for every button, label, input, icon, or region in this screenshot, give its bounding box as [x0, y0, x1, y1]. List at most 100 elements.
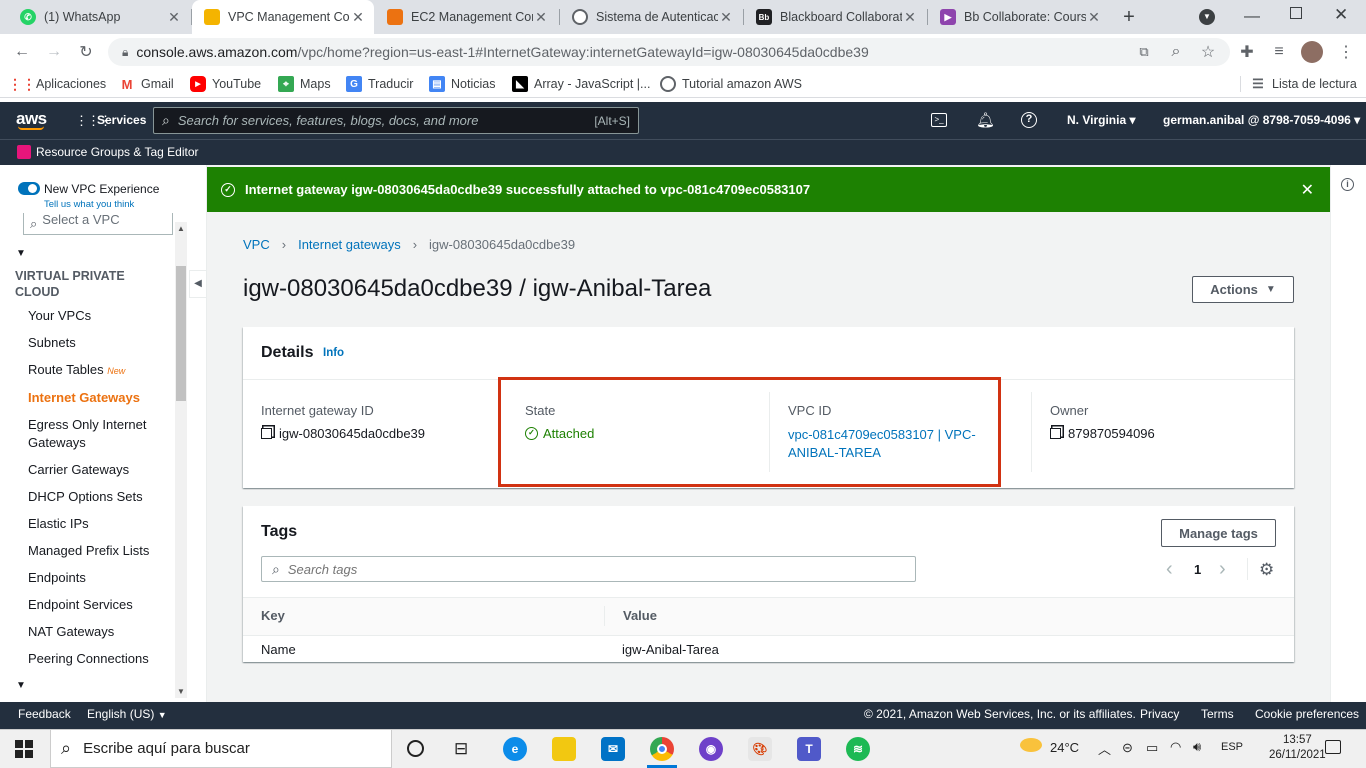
tab-bb-collaborate-course[interactable]: ▶ Bb Collaborate: Cours ✕: [928, 0, 1110, 34]
bookmark-gmail[interactable]: M Gmail: [119, 75, 174, 93]
close-tab-icon[interactable]: ✕: [718, 9, 734, 26]
tags-search-field[interactable]: ⌕: [261, 556, 916, 582]
select-vpc-filter[interactable]: ⌕ Select a VPC: [23, 213, 173, 235]
copy-icon[interactable]: [1050, 428, 1061, 439]
account-menu[interactable]: german.anibal @ 8798-7059-4096 ▾: [1163, 113, 1360, 127]
collapse-caret-icon[interactable]: ▼: [16, 248, 26, 259]
zoom-icon[interactable]: ⌕: [1166, 42, 1186, 62]
media-control-icon[interactable]: ≡: [1269, 42, 1289, 62]
restore-window-icon[interactable]: [1290, 7, 1302, 19]
sidebar-item-internet-gateways[interactable]: Internet Gateways: [28, 389, 168, 407]
edge-icon[interactable]: e: [503, 737, 527, 761]
bookmark-youtube[interactable]: ▶ YouTube: [190, 75, 261, 93]
wifi-icon[interactable]: ◠: [1170, 739, 1181, 755]
profile-avatar[interactable]: [1301, 41, 1323, 63]
gear-icon[interactable]: ⚙︎: [1259, 560, 1274, 580]
usb-icon[interactable]: ⊝: [1122, 740, 1133, 756]
bookmark-star-icon[interactable]: ☆: [1198, 42, 1218, 62]
task-view-icon[interactable]: ⊟: [454, 739, 468, 759]
sidebar-item-dhcp-options-sets[interactable]: DHCP Options Sets: [28, 488, 168, 506]
reading-list[interactable]: ☰ Lista de lectura: [1250, 75, 1357, 93]
weather-icon[interactable]: [1020, 738, 1042, 752]
close-tab-icon[interactable]: ✕: [166, 9, 182, 26]
file-explorer-icon[interactable]: [552, 737, 576, 761]
sidebar-item-subnets[interactable]: Subnets: [28, 334, 168, 352]
scroll-down-arrow[interactable]: ▼: [177, 687, 185, 696]
chevron-up-icon[interactable]: ︿: [1098, 739, 1111, 758]
sidebar-item-endpoint-services[interactable]: Endpoint Services: [28, 596, 168, 614]
taskbar-search-box[interactable]: ⌕ Escribe aquí para buscar: [50, 729, 392, 768]
vpc-id-link[interactable]: vpc-081c4709ec0583107 | VPC- ANIBAL-TARE…: [788, 426, 976, 462]
github-desktop-icon[interactable]: ◉: [699, 737, 723, 761]
tab-vpc-management[interactable]: VPC Management Con ✕: [192, 0, 374, 34]
tab-blackboard-collaborate[interactable]: Bb Blackboard Collaborat ✕: [744, 0, 926, 34]
collapse-caret-icon[interactable]: ▼: [16, 680, 26, 691]
region-selector[interactable]: N. Virginia ▾: [1067, 113, 1136, 127]
extensions-icon[interactable]: ✚: [1237, 42, 1257, 62]
address-bar[interactable]: 🔒︎ console.aws.amazon.com/vpc/home?regio…: [108, 38, 1230, 66]
sidebar-item-elastic-ips[interactable]: Elastic IPs: [28, 515, 168, 533]
chrome-menu-icon[interactable]: ⋮: [1336, 42, 1356, 62]
cookie-preferences-link[interactable]: Cookie preferences: [1255, 707, 1359, 721]
bookmark-maps[interactable]: ⌖ Maps: [278, 75, 331, 93]
tags-search-input[interactable]: [287, 561, 915, 577]
chrome-icon[interactable]: [650, 737, 674, 761]
windows-start-icon[interactable]: [15, 740, 33, 758]
privacy-link[interactable]: Privacy: [1140, 707, 1179, 721]
minimize-window-icon[interactable]: —: [1244, 8, 1260, 26]
spotify-icon[interactable]: ≋: [846, 737, 870, 761]
close-tab-icon[interactable]: ✕: [350, 9, 366, 26]
col-key[interactable]: Key: [261, 608, 285, 623]
notification-center-icon[interactable]: [1325, 740, 1341, 754]
teams-icon[interactable]: T: [797, 737, 821, 761]
forward-icon[interactable]: →: [44, 42, 64, 62]
sidebar-item-nat-gateways[interactable]: NAT Gateways: [28, 623, 168, 641]
notifications-bell-icon[interactable]: 🔔︎: [976, 111, 995, 129]
terms-link[interactable]: Terms: [1201, 707, 1234, 721]
temperature[interactable]: 24°C: [1050, 740, 1079, 755]
reload-icon[interactable]: ↻: [76, 42, 96, 62]
help-icon[interactable]: ?: [1021, 112, 1037, 128]
volume-icon[interactable]: 🔊︎: [1193, 739, 1201, 755]
close-tab-icon[interactable]: ✕: [902, 9, 918, 26]
services-menu[interactable]: Services: [97, 113, 146, 127]
aws-search-input[interactable]: [177, 113, 595, 128]
aws-search-box[interactable]: ⌕ [Alt+S]: [153, 107, 639, 134]
resource-groups-link[interactable]: Resource Groups & Tag Editor: [36, 145, 199, 159]
col-value[interactable]: Value: [623, 608, 657, 623]
sidebar-item-egress-only-gateways[interactable]: Egress Only Internet Gateways: [28, 416, 158, 452]
cortana-icon[interactable]: [407, 740, 424, 757]
translate-icon[interactable]: ⧉: [1134, 42, 1154, 62]
sidebar-item-carrier-gateways[interactable]: Carrier Gateways: [28, 461, 168, 479]
mail-icon[interactable]: ✉: [601, 737, 625, 761]
details-info-link[interactable]: Info: [323, 347, 344, 359]
input-language[interactable]: ESP: [1221, 741, 1243, 753]
scroll-up-arrow[interactable]: ▲: [177, 224, 185, 233]
new-tab-button[interactable]: +: [1118, 6, 1140, 28]
cloudshell-icon[interactable]: >_: [931, 113, 947, 127]
bookmark-traducir[interactable]: G Traducir: [346, 75, 413, 93]
back-icon[interactable]: ←: [12, 42, 32, 62]
breadcrumb-internet-gateways[interactable]: Internet gateways: [298, 237, 401, 252]
collapse-sidebar-button[interactable]: ◀: [189, 270, 207, 298]
feedback-button[interactable]: Feedback: [18, 707, 71, 721]
tab-sistema-autenticacion[interactable]: Sistema de Autenticac ✕: [560, 0, 742, 34]
info-panel-icon[interactable]: i: [1341, 178, 1354, 191]
prev-page-icon[interactable]: ‹: [1166, 558, 1173, 581]
close-window-icon[interactable]: ✕: [1334, 5, 1348, 25]
battery-icon[interactable]: ▭: [1146, 740, 1158, 756]
sidebar-item-endpoints[interactable]: Endpoints: [28, 569, 168, 587]
tab-ec2-management[interactable]: EC2 Management Con ✕: [375, 0, 557, 34]
next-page-icon[interactable]: ›: [1219, 558, 1226, 581]
copy-icon[interactable]: [261, 428, 272, 439]
tab-whatsapp[interactable]: ✆ (1) WhatsApp ✕: [8, 0, 190, 34]
scrollbar-thumb[interactable]: [176, 266, 186, 401]
sidebar-item-route-tables[interactable]: Route Tables New: [28, 361, 168, 380]
sidebar-item-your-vpcs[interactable]: Your VPCs: [28, 307, 168, 325]
feedback-link[interactable]: Tell us what you think: [44, 199, 134, 210]
tab-search-icon[interactable]: ▼: [1199, 9, 1215, 25]
breadcrumb-vpc[interactable]: VPC: [243, 237, 270, 252]
actions-button[interactable]: Actions ▼: [1192, 276, 1294, 303]
close-tab-icon[interactable]: ✕: [533, 9, 549, 26]
page-number[interactable]: 1: [1194, 562, 1201, 577]
